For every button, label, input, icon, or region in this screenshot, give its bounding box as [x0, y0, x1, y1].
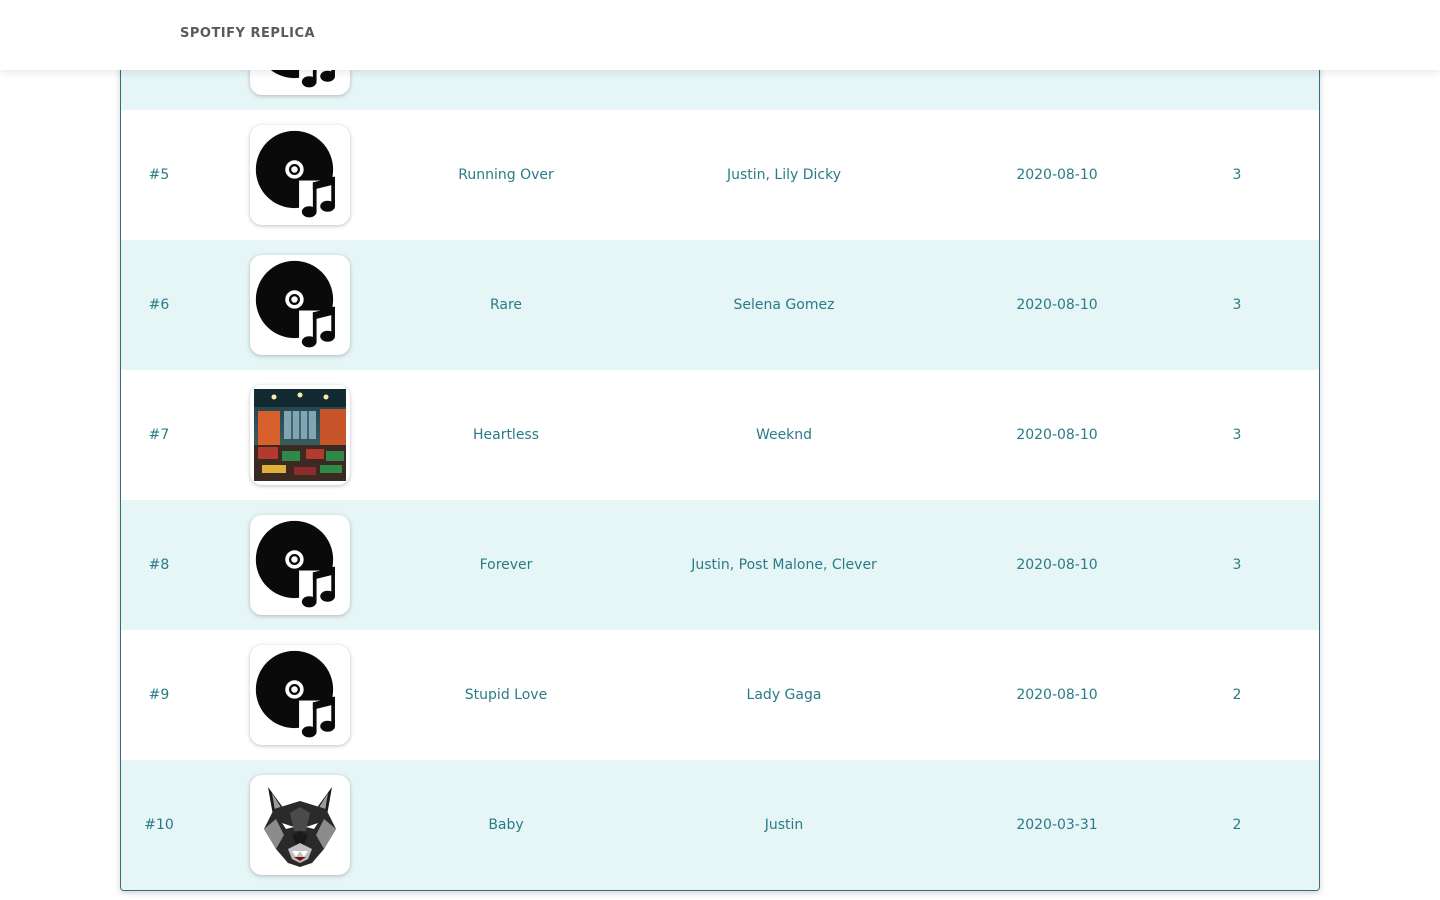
table-row[interactable]: #7 Heartless Weeknd 2020-08-10 3: [121, 370, 1319, 500]
disc-music-icon: [250, 125, 350, 225]
page: SPOTIFY REPLICA #5 Running Over Justin, …: [0, 0, 1440, 900]
restaurant-photo: [250, 385, 350, 485]
track-title: Rare: [489, 297, 523, 313]
track-count: 3: [1232, 167, 1242, 183]
brand-link[interactable]: SPOTIFY REPLICA: [180, 26, 315, 41]
track-date: 2020-08-10: [1016, 687, 1098, 703]
table-row[interactable]: #8 Forever Justin, Post Malone, Clever 2…: [121, 500, 1319, 630]
disc-music-icon: [250, 515, 350, 615]
track-artist: Selena Gomez: [733, 297, 835, 313]
track-date: 2020-03-31: [1016, 817, 1098, 833]
track-title: Running Over: [458, 167, 554, 183]
track-count: 3: [1232, 427, 1242, 443]
track-rank: #10: [144, 817, 174, 833]
track-rank: #6: [148, 297, 170, 313]
track-date: 2020-08-10: [1016, 297, 1098, 313]
navbar: SPOTIFY REPLICA: [0, 0, 1440, 70]
track-count: 2: [1232, 687, 1242, 703]
table-row[interactable]: #10 Baby Justin 2020-03-31 2: [121, 760, 1319, 890]
track-title: Heartless: [472, 427, 540, 443]
disc-music-icon: [250, 255, 350, 355]
track-rank: #9: [148, 687, 170, 703]
track-title: Baby: [488, 817, 524, 833]
track-artist: Justin: [764, 817, 804, 833]
track-rank: #5: [148, 167, 170, 183]
track-artist: Weeknd: [755, 427, 813, 443]
track-title: Stupid Love: [464, 687, 548, 703]
track-artist: Justin, Lily Dicky: [726, 167, 842, 183]
wolf-logo: [250, 775, 350, 875]
table-row[interactable]: #5 Running Over Justin, Lily Dicky 2020-…: [121, 110, 1319, 240]
track-rank: #7: [148, 427, 170, 443]
track-artist: Justin, Post Malone, Clever: [691, 557, 877, 573]
track-count: 3: [1232, 297, 1242, 313]
track-artist: Lady Gaga: [746, 687, 822, 703]
tracks-table: #5 Running Over Justin, Lily Dicky 2020-…: [120, 0, 1320, 891]
table-row[interactable]: #6 Rare Selena Gomez 2020-08-10 3: [121, 240, 1319, 370]
track-date: 2020-08-10: [1016, 167, 1098, 183]
table-row[interactable]: #9 Stupid Love Lady Gaga 2020-08-10 2: [121, 630, 1319, 760]
disc-music-icon: [250, 645, 350, 745]
track-title: Forever: [479, 557, 533, 573]
track-count: 3: [1232, 557, 1242, 573]
track-date: 2020-08-10: [1016, 427, 1098, 443]
track-rank: #8: [148, 557, 170, 573]
track-count: 2: [1232, 817, 1242, 833]
track-date: 2020-08-10: [1016, 557, 1098, 573]
